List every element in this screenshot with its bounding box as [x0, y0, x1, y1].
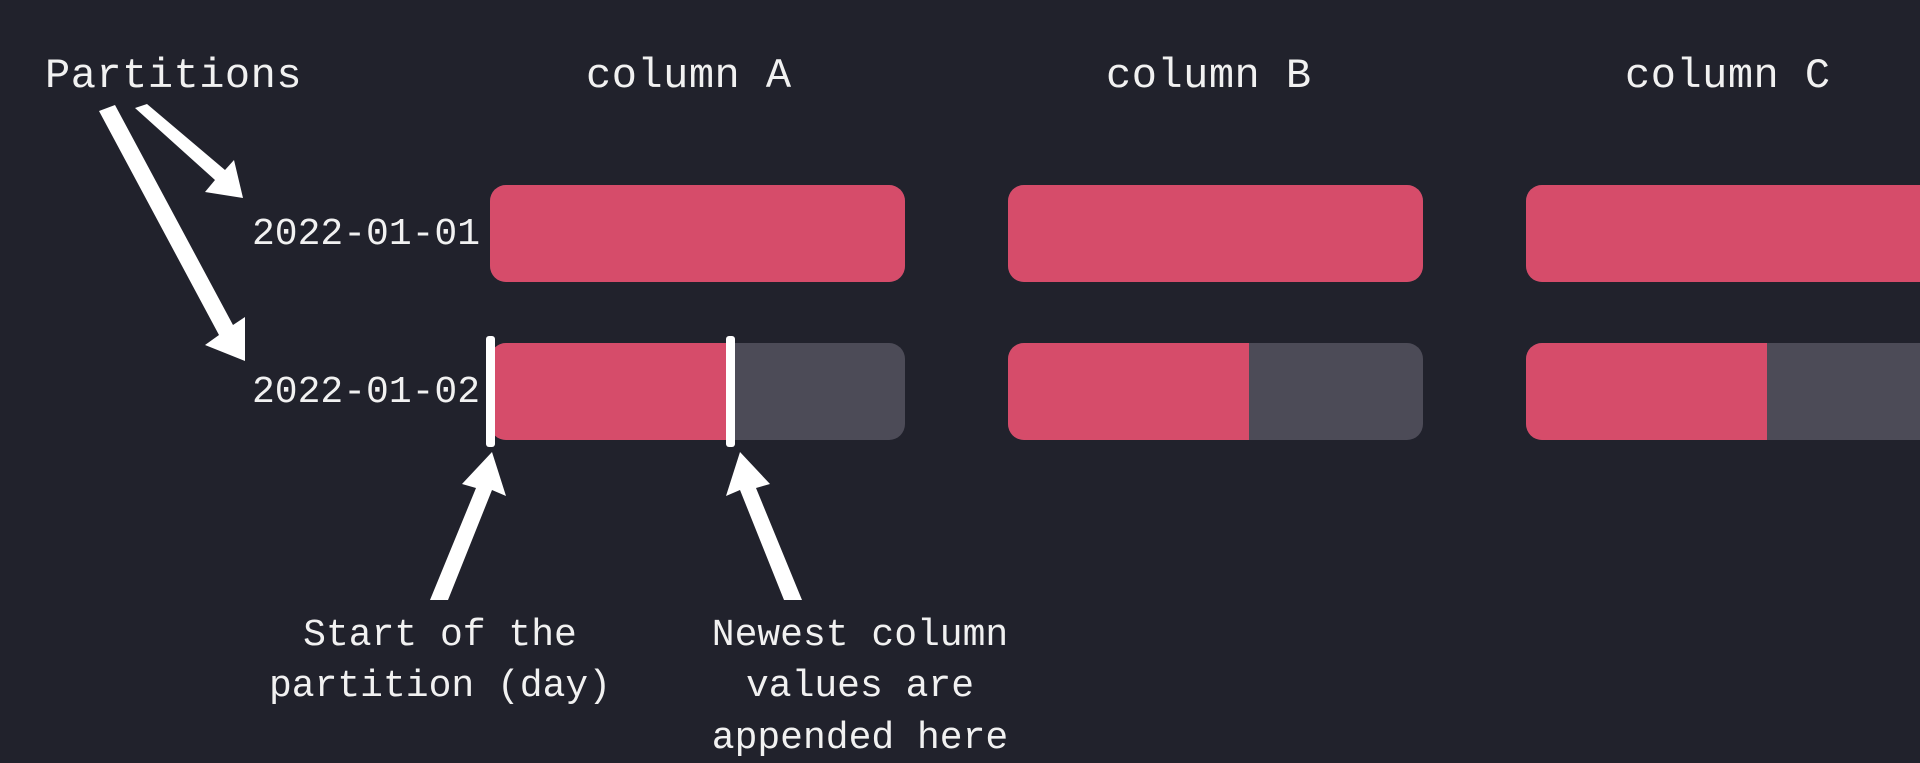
newest-annotation: Newest column values are appended here	[660, 610, 1060, 763]
column-b-header: column B	[1106, 52, 1312, 100]
bar-r1-colB	[1008, 185, 1423, 282]
bar-fill	[490, 343, 731, 440]
bar-fill	[1526, 343, 1767, 440]
bar-fill	[490, 185, 905, 282]
partitions-label: Partitions	[45, 52, 302, 100]
arrow-start-annotation	[400, 450, 560, 600]
append-marker	[726, 336, 735, 447]
bar-fill	[1008, 343, 1249, 440]
bar-r1-colA	[490, 185, 905, 282]
bar-r2-colC	[1526, 343, 1920, 440]
start-annotation: Start of the partition (day)	[240, 610, 640, 713]
start-marker	[486, 336, 495, 447]
bar-fill	[1008, 185, 1423, 282]
column-c-header: column C	[1625, 52, 1831, 100]
bar-r2-colA	[490, 343, 905, 440]
column-a-header: column A	[586, 52, 792, 100]
bar-r1-colC	[1526, 185, 1920, 282]
arrow-newest-annotation	[680, 450, 840, 600]
arrow-partitions-to-row2	[75, 105, 295, 365]
bar-fill	[1526, 185, 1920, 282]
row-2-date: 2022-01-02	[252, 371, 480, 414]
bar-r2-colB	[1008, 343, 1423, 440]
